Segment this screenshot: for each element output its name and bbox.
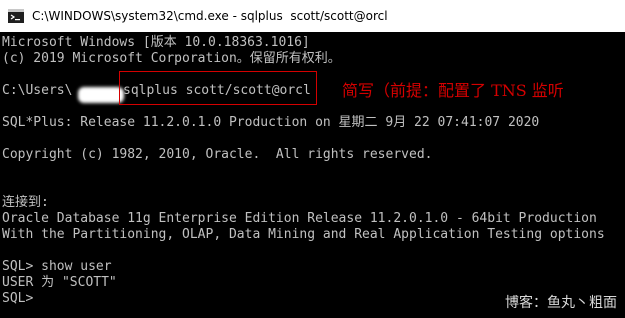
window-title: C:\WINDOWS\system32\cmd.exe - sqlplus sc…: [32, 9, 388, 23]
console-output[interactable]: Microsoft Windows [版本 10.0.18363.1016] (…: [0, 33, 625, 318]
console-line-version: Microsoft Windows [版本 10.0.18363.1016]: [2, 35, 310, 50]
console-line-oracle-db: Oracle Database 11g Enterprise Edition R…: [2, 211, 597, 226]
console-line-prompt: C:\Users\: [2, 83, 73, 98]
blog-watermark: 博客：鱼丸丶粗面: [505, 295, 617, 311]
console-line-user-result: USER 为 "SCOTT": [2, 275, 117, 290]
console-line-show-user: SQL> show user: [2, 259, 112, 274]
console-line-sql-prompt[interactable]: SQL>: [2, 291, 33, 307]
tns-annotation: 简写（前提：配置了 TNS 监听: [342, 81, 564, 100]
console-line-oracle-copyright: Copyright (c) 1982, 2010, Oracle. All ri…: [2, 147, 433, 162]
cmd-icon: [8, 9, 24, 23]
sqlplus-command: sqlplus scott/scott@orcl: [123, 83, 311, 98]
console-line-connected: 连接到:: [2, 195, 49, 210]
command-prompt-window: C:\WINDOWS\system32\cmd.exe - sqlplus sc…: [0, 0, 625, 318]
redacted-username: [78, 87, 124, 103]
console-line-options: With the Partitioning, OLAP, Data Mining…: [2, 227, 605, 242]
console-line-sqlplus-release: SQL*Plus: Release 11.2.0.1.0 Production …: [2, 115, 540, 130]
console-line-copyright-ms: (c) 2019 Microsoft Corporation。保留所有权利。: [2, 51, 341, 66]
title-bar[interactable]: C:\WINDOWS\system32\cmd.exe - sqlplus sc…: [0, 0, 625, 32]
